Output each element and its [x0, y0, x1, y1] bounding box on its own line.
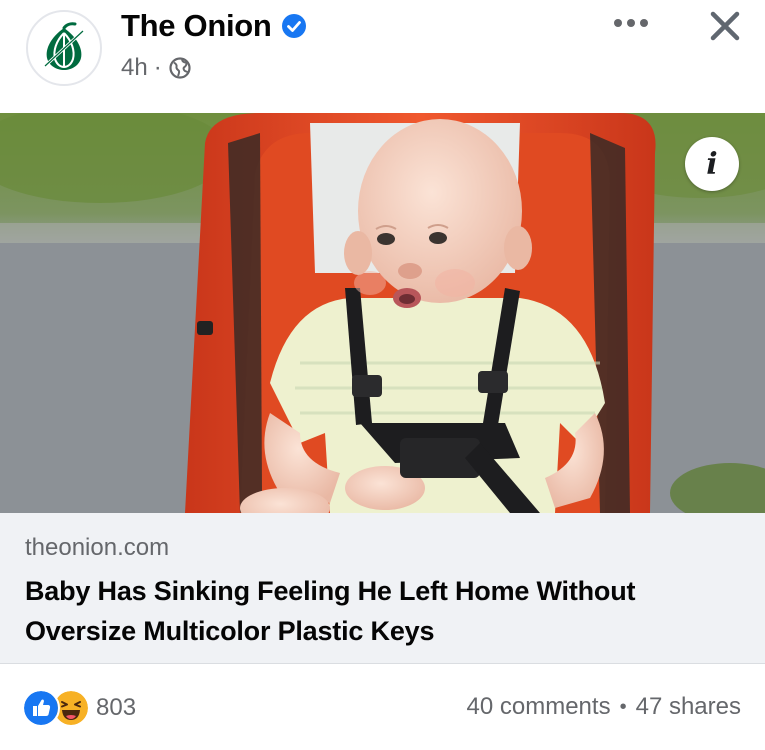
baby-in-stroller-photo [0, 113, 765, 513]
page-name-row: The Onion [121, 8, 307, 44]
ad-info-button[interactable]: i [685, 137, 739, 191]
post-photo[interactable] [0, 113, 765, 513]
page-avatar[interactable] [26, 10, 102, 86]
close-button[interactable] [703, 4, 747, 48]
meta-separator: · [153, 54, 162, 81]
onion-logo-icon [43, 22, 85, 70]
more-options-button[interactable] [609, 6, 653, 40]
comments-count[interactable]: 40 comments [467, 693, 611, 721]
reaction-count: 803 [96, 694, 137, 721]
stats-separator: • [619, 695, 627, 718]
link-domain: theonion.com [25, 534, 170, 561]
post-timestamp[interactable]: 4h [121, 54, 148, 82]
like-icon [22, 689, 60, 727]
more-options-icon [614, 19, 648, 27]
reactions-summary[interactable]: 803 [22, 689, 137, 727]
shares-count[interactable]: 47 shares [636, 693, 741, 721]
facebook-post: The Onion 4h · i theonion.com Baby Has S… [0, 0, 765, 750]
page-name-link[interactable]: The Onion [121, 8, 272, 44]
close-icon [710, 11, 740, 41]
info-label: i [706, 146, 718, 182]
link-preview[interactable]: theonion.com Baby Has Sinking Feeling He… [0, 513, 765, 663]
verified-badge-icon [281, 14, 306, 38]
post-meta: 4h · [121, 54, 192, 82]
post-header: The Onion 4h · [0, 0, 765, 113]
engagement-stats: 40 comments • 47 shares [467, 693, 741, 721]
post-footer: 803 40 comments • 47 shares [0, 663, 765, 750]
link-headline: Baby Has Sinking Feeling He Left Home Wi… [25, 576, 636, 646]
globe-icon [169, 57, 191, 79]
